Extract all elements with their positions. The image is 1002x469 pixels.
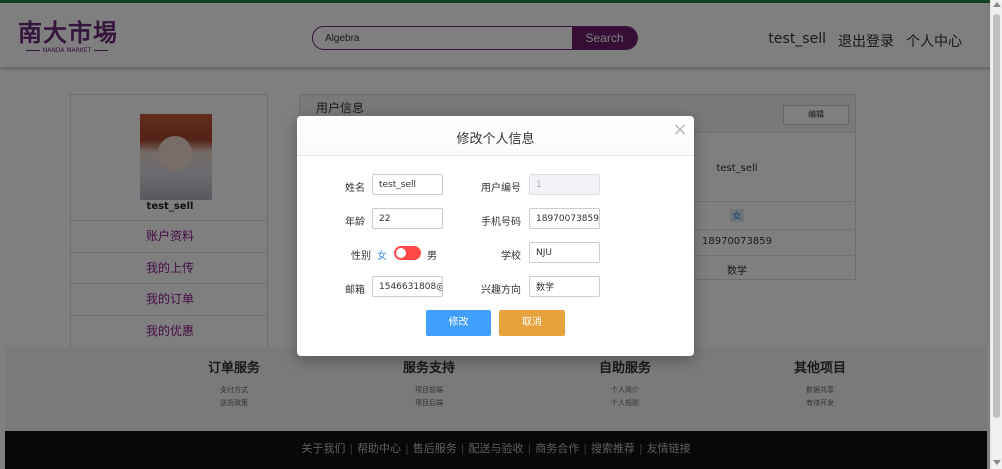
school-label: 学校 — [501, 251, 521, 262]
age-field[interactable] — [372, 208, 443, 229]
age-label: 年龄 — [345, 217, 365, 228]
close-icon[interactable]: × — [672, 121, 688, 139]
userid-field — [529, 174, 600, 195]
dialog-header: 修改个人信息 × — [297, 116, 694, 156]
scroll-down-arrow-icon[interactable] — [993, 460, 1001, 465]
interest-field[interactable] — [529, 276, 600, 297]
cancel-button[interactable]: 取消 — [499, 310, 565, 336]
email-label: 邮箱 — [345, 285, 365, 296]
gender-male-label[interactable]: 男 — [427, 247, 437, 262]
phone-label: 手机号码 — [481, 217, 521, 228]
phone-field[interactable] — [529, 208, 600, 229]
userid-label: 用户编号 — [481, 183, 521, 194]
scroll-up-arrow-icon[interactable] — [993, 2, 1001, 7]
email-field[interactable] — [372, 276, 443, 297]
modify-button[interactable]: 修改 — [426, 310, 491, 336]
page-scrollbar[interactable] — [990, 0, 1002, 469]
gender-female-label[interactable]: 女 — [377, 247, 387, 262]
edit-profile-dialog: 修改个人信息 × 姓名 用户编号 年龄 手机号码 性别 女 男 学校 邮箱 兴趣… — [297, 116, 694, 356]
scrollbar-thumb[interactable] — [993, 14, 1000, 418]
gender-toggle[interactable] — [394, 246, 421, 260]
interest-label: 兴趣方向 — [481, 285, 521, 296]
name-label: 姓名 — [345, 183, 365, 194]
dialog-title: 修改个人信息 — [456, 132, 535, 147]
toggle-knob — [396, 248, 406, 258]
name-field[interactable] — [372, 174, 443, 195]
gender-label: 性别 — [351, 251, 371, 262]
school-field[interactable] — [529, 242, 600, 263]
